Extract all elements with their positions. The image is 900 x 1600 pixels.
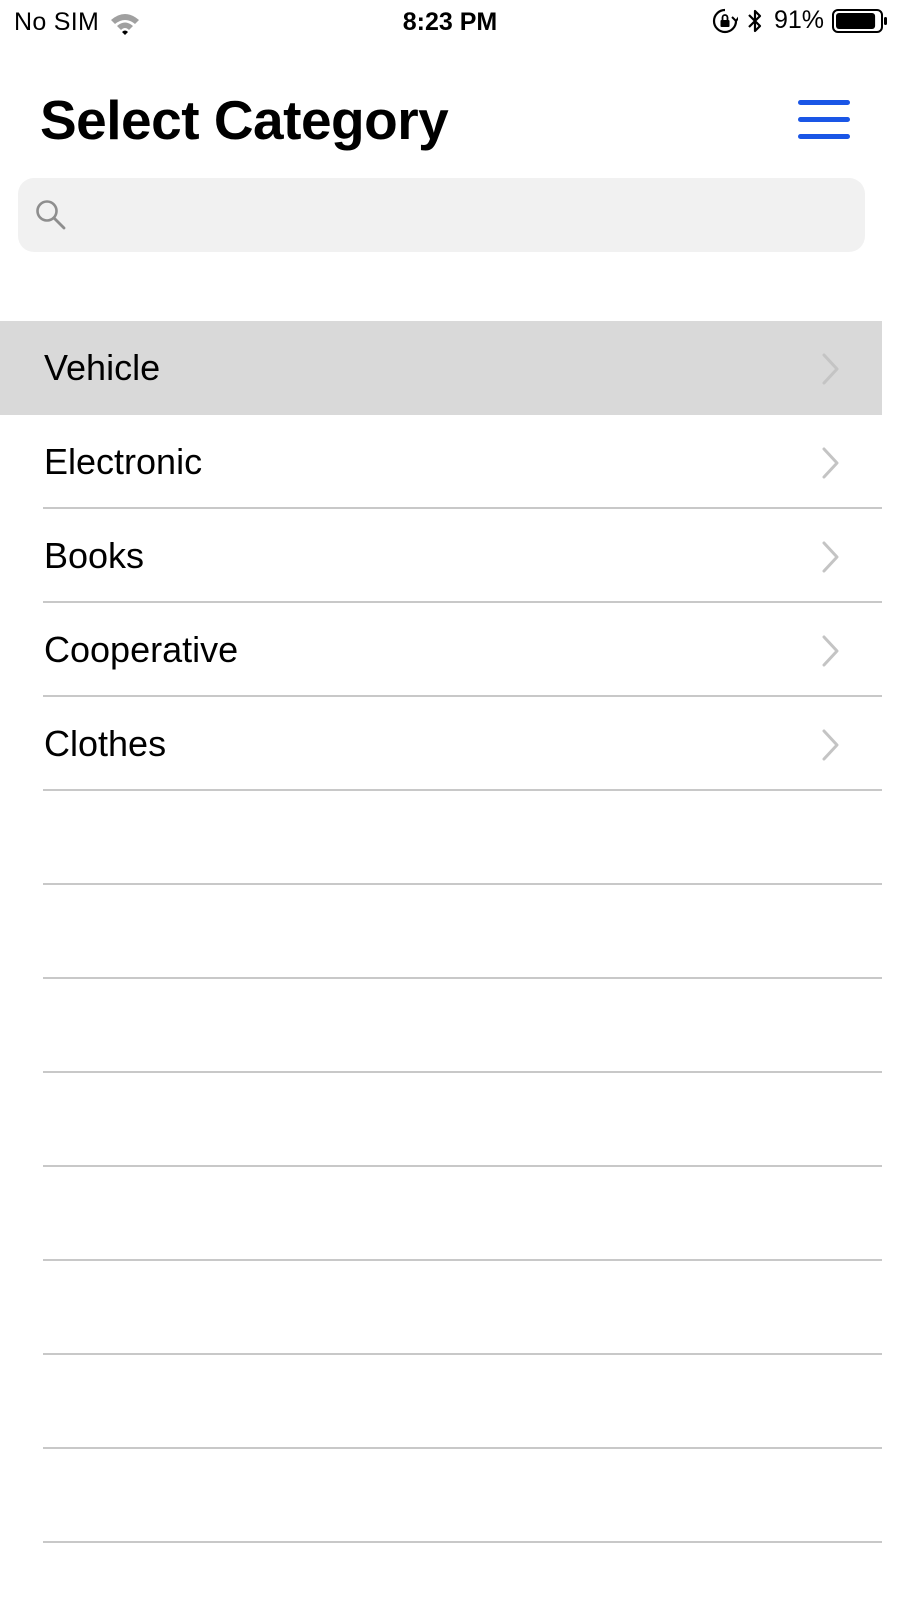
list-item-label: Vehicle [44,347,161,388]
chevron-right-icon [822,729,839,761]
list-item-vehicle[interactable]: Vehicle [0,321,882,415]
menu-button[interactable] [796,98,852,144]
empty-row [0,1355,882,1449]
battery-icon [832,8,887,33]
bluetooth-icon [748,9,762,32]
row-separator [43,1541,882,1543]
page-title: Select Category [40,89,449,151]
category-list: Vehicle Electronic Books Cooperative Clo… [0,321,882,1543]
empty-row [0,1073,882,1167]
search-icon [36,200,66,230]
chevron-right-icon [822,541,839,573]
chevron-right-icon [822,635,839,667]
orientation-lock-icon [712,8,738,33]
search-input[interactable] [82,178,852,252]
empty-row [0,1167,882,1261]
empty-row [0,791,882,885]
list-item-cooperative[interactable]: Cooperative [0,603,882,697]
battery-percent: 91% [773,6,824,34]
status-right: 91% [712,6,888,35]
empty-row [0,1449,882,1543]
list-item-clothes[interactable]: Clothes [0,697,882,791]
hamburger-menu-icon-bar [798,134,850,139]
screen: No SIM 8:23 PM 91% Select Category Vehic… [0,0,900,1600]
list-item-books[interactable]: Books [0,509,882,603]
hamburger-menu-icon-bar [798,117,850,122]
list-item-label: Clothes [44,723,167,764]
empty-row [0,979,882,1073]
status-bar: No SIM 8:23 PM 91% [0,0,900,44]
empty-row [0,885,882,979]
list-item-label: Electronic [44,441,203,482]
list-item-electronic[interactable]: Electronic [0,415,882,509]
chevron-right-icon [822,447,839,479]
list-item-label: Books [44,535,145,576]
empty-row [0,1261,882,1355]
search-bar[interactable] [18,178,865,252]
chevron-right-icon [822,353,839,385]
hamburger-menu-icon [798,100,850,105]
list-item-label: Cooperative [44,629,239,670]
